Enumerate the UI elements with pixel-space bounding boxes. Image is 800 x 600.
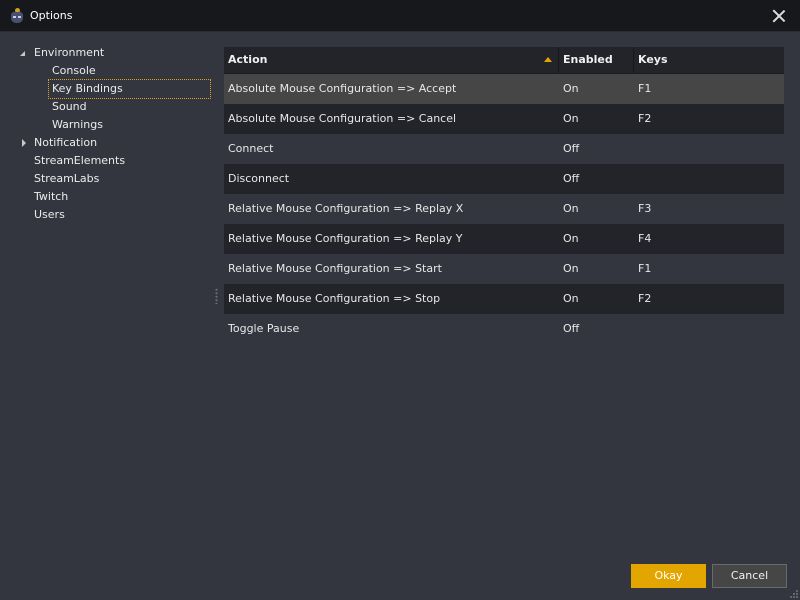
cell-enabled: Off (563, 322, 580, 335)
cell-enabled: On (563, 232, 579, 245)
tree-item-users[interactable]: Users (0, 206, 215, 224)
cell-enabled: Off (563, 172, 580, 185)
expanded-arrow-icon[interactable] (20, 51, 25, 56)
table-row[interactable]: Relative Mouse Configuration => Start On F… (224, 254, 784, 284)
cell-keys (633, 164, 784, 194)
tree-item-notification[interactable]: Notification (0, 134, 215, 152)
window-title: Options (30, 9, 73, 22)
column-header-enabled[interactable]: Enabled (558, 47, 633, 73)
table-row[interactable]: Absolute Mouse Configuration => Cancel On… (224, 104, 784, 134)
cell-keys: F4 (638, 232, 652, 245)
key-bindings-grid: Action Enabled Keys Absolute Mouse Confi… (224, 47, 784, 344)
table-row[interactable]: Absolute Mouse Configuration => Accept On… (224, 74, 784, 104)
close-icon[interactable] (772, 9, 786, 23)
cell-keys: F2 (638, 292, 652, 305)
tree-item-warnings[interactable]: Warnings (0, 116, 215, 134)
tree-item-label: Warnings (52, 118, 103, 131)
tree-item-label: Twitch (34, 190, 69, 203)
table-row[interactable]: Connect Off (224, 134, 784, 164)
tree-item-sound[interactable]: Sound (0, 98, 215, 116)
tree-item-label: StreamLabs (34, 172, 100, 185)
cell-keys (633, 134, 784, 164)
cancel-button[interactable]: Cancel (712, 564, 787, 588)
tree-item-label: Environment (34, 46, 105, 59)
tree-item-twitch[interactable]: Twitch (0, 188, 215, 206)
table-row[interactable]: Relative Mouse Configuration => Replay X… (224, 194, 784, 224)
cell-keys: F3 (638, 202, 652, 215)
options-tree: Environment Console Key Bindings Sound Warni… (0, 44, 215, 224)
table-row[interactable]: Toggle Pause Off (224, 314, 784, 344)
cell-action: Relative Mouse Configuration => Start (228, 262, 442, 275)
collapsed-arrow-icon[interactable] (22, 139, 26, 147)
grid-body: Absolute Mouse Configuration => Accept On… (224, 74, 784, 344)
cell-keys: F1 (638, 262, 652, 275)
column-header-keys[interactable]: Keys (633, 47, 784, 73)
cell-action: Absolute Mouse Configuration => Accept (228, 82, 457, 95)
tree-item-label: Console (52, 64, 96, 77)
cell-action: Connect (228, 142, 274, 155)
cell-keys: F1 (638, 82, 652, 95)
tree-item-streamelements[interactable]: StreamElements (0, 152, 215, 170)
cell-keys: F2 (638, 112, 652, 125)
cell-action: Relative Mouse Configuration => Replay Y (228, 232, 463, 245)
cell-enabled: On (563, 202, 579, 215)
grid-header: Action Enabled Keys (224, 47, 784, 74)
app-mascot-icon (9, 7, 25, 24)
cell-enabled: On (563, 112, 579, 125)
okay-button[interactable]: Okay (631, 564, 706, 588)
tree-item-console[interactable]: Console (0, 62, 215, 80)
tree-item-label: Users (34, 208, 65, 221)
table-row[interactable]: Relative Mouse Configuration => Replay Y… (224, 224, 784, 254)
tree-item-streamlabs[interactable]: StreamLabs (0, 170, 215, 188)
splitter-handle[interactable] (215, 288, 218, 304)
cell-enabled: On (563, 292, 579, 305)
tree-item-label: Key Bindings (48, 79, 211, 99)
cell-enabled: On (563, 82, 579, 95)
cell-keys (633, 314, 784, 344)
tree-item-label: Sound (52, 100, 87, 113)
cell-action: Absolute Mouse Configuration => Cancel (228, 112, 457, 125)
title-bar: Options (0, 0, 800, 32)
table-row[interactable]: Disconnect Off (224, 164, 784, 194)
cell-action: Toggle Pause (228, 322, 300, 335)
tree-item-key-bindings[interactable]: Key Bindings (0, 79, 215, 99)
resize-grip[interactable] (789, 589, 799, 599)
cell-action: Relative Mouse Configuration => Stop (228, 292, 441, 305)
tree-item-label: StreamElements (34, 154, 126, 167)
tree-item-label: Notification (34, 136, 98, 149)
cell-enabled: On (563, 262, 579, 275)
tree-item-environment[interactable]: Environment (0, 44, 215, 62)
cell-action: Relative Mouse Configuration => Replay X (228, 202, 464, 215)
cell-action: Disconnect (228, 172, 290, 185)
column-header-action[interactable]: Action (224, 47, 558, 73)
table-row[interactable]: Relative Mouse Configuration => Stop On F2 (224, 284, 784, 314)
sort-ascending-icon (544, 57, 552, 62)
cell-enabled: Off (563, 142, 580, 155)
